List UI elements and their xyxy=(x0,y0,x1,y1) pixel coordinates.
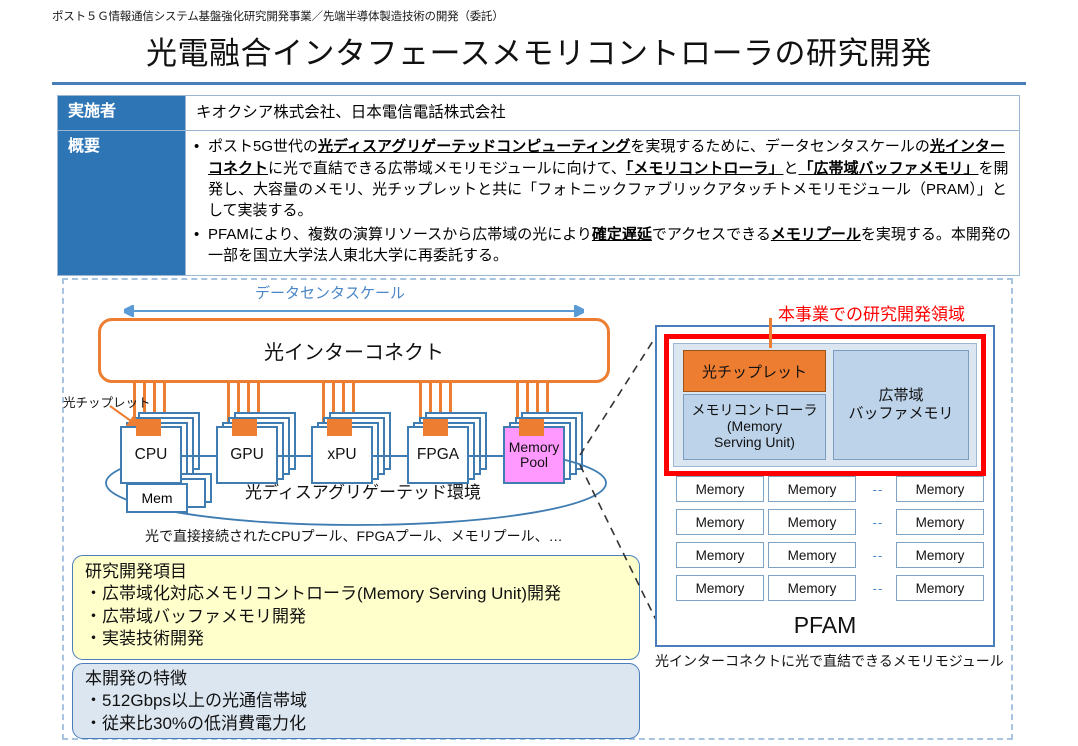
features-line: ・従来比30%の低消費電力化 xyxy=(85,713,307,733)
optical-chiplet-icon xyxy=(519,419,544,436)
pfam-memory-cell: Memory xyxy=(896,509,984,535)
pfam-memory-grid: Memory Memory -- Memory Memory Memory -- Memory… xyxy=(664,476,986,608)
info-table: 実施者 キオクシア株式会社、日本電信電話株式会社 概要 • ポスト5G世代の光ディ… xyxy=(57,95,1020,277)
node-connector xyxy=(373,455,407,457)
pfam-caption: 光インターコネクトに光で直結できるメモリモジュール xyxy=(655,653,1004,669)
row-label-overview: 概要 xyxy=(58,131,186,276)
pfam-memory-cell: Memory xyxy=(896,476,984,502)
optical-interconnect-label: 光インターコネクト xyxy=(264,342,444,364)
row-value-implementer: キオクシア株式会社、日本電信電話株式会社 xyxy=(196,104,506,121)
node-connector xyxy=(469,455,503,457)
features-title: 本開発の特徴 xyxy=(85,669,187,688)
row-value-overview: • ポスト5G世代の光ディスアグリゲーテッドコンピューティングを実現するために、デ… xyxy=(186,131,1019,275)
pfam-memory-gap-mark: -- xyxy=(872,514,884,530)
pfam-memory-gap-mark: -- xyxy=(872,481,884,497)
rd-items-line: ・広帯域バッファメモリ開発 xyxy=(85,606,306,626)
pfam-memory-row: Memory Memory -- Memory xyxy=(664,575,986,601)
mem-box-label: Mem xyxy=(141,490,173,506)
bullet-mark: • xyxy=(194,138,200,156)
pfam-memory-row: Memory Memory -- Memory xyxy=(664,542,986,568)
rd-items-box: 研究開発項目 ・広帯域化対応メモリコントローラ(Memory Serving U… xyxy=(72,555,640,660)
optical-chiplet-icon xyxy=(327,419,352,436)
node-connector xyxy=(277,455,311,457)
page-title: 光電融合インタフェースメモリコントローラの研究開発 xyxy=(146,36,932,71)
pfam-memory-cell: Memory xyxy=(896,575,984,601)
node-label-memory-pool-2: Pool xyxy=(519,454,549,470)
rd-region-label: 本事業での研究開発領域 xyxy=(778,305,965,324)
pfam-memory-gap-mark: -- xyxy=(872,547,884,563)
pfam-memory-controller-line3: Serving Unit) xyxy=(714,433,795,450)
mem-box: Mem xyxy=(126,483,188,513)
title-divider xyxy=(52,82,1026,85)
pfam-buffer-memory-box: 広帯域 バッファメモリ xyxy=(833,350,969,460)
pfam-memory-controller-line1: メモリコントローラ xyxy=(691,402,818,419)
node-label-xpu: xPU xyxy=(327,446,357,463)
rd-region-tick-icon xyxy=(769,318,772,348)
pfam-optical-chiplet-box: 光チップレット xyxy=(683,350,826,392)
pfam-buffer-line1: 広帯域 xyxy=(878,387,924,404)
optical-chiplet-icon xyxy=(136,419,161,436)
pfam-memory-cell: Memory xyxy=(676,575,764,601)
pfam-memory-cell: Memory xyxy=(676,542,764,568)
pfam-memory-cell: Memory xyxy=(768,575,856,601)
node-label-fpga: FPGA xyxy=(416,446,460,463)
features-box: 本開発の特徴 ・512Gbps以上の光通信帯域 ・従来比30%の低消費電力化 xyxy=(72,663,640,739)
pfam-memory-cell: Memory xyxy=(768,542,856,568)
table-row: 概要 • ポスト5G世代の光ディスアグリゲーテッドコンピューティングを実現するため… xyxy=(58,131,1019,276)
pfam-memory-row: Memory Memory -- Memory xyxy=(664,509,986,535)
pfam-memory-cell: Memory xyxy=(768,509,856,535)
summary-bullet: • PFAMにより、複数の演算リソースから広帯域の光により確定遅延でアクセスできる… xyxy=(194,224,1011,267)
rd-items-line: ・広帯域化対応メモリコントローラ(Memory Serving Unit)開発 xyxy=(85,584,562,604)
table-row: 実施者 キオクシア株式会社、日本電信電話株式会社 xyxy=(58,96,1019,132)
optical-interconnect-box: 光インターコネクト xyxy=(98,318,610,383)
row-label-implementer: 実施者 xyxy=(58,96,186,131)
rd-items-line: ・実装技術開発 xyxy=(85,629,204,649)
summary-bullet: • ポスト5G世代の光ディスアグリゲーテッドコンピューティングを実現するために、デ… xyxy=(194,136,1011,221)
node-label-memory-pool-1: Memory xyxy=(508,439,560,456)
features-line: ・512Gbps以上の光通信帯域 xyxy=(85,691,307,711)
rd-items-title: 研究開発項目 xyxy=(85,562,187,581)
node-connector xyxy=(182,455,216,457)
pfam-module-label: PFAM xyxy=(793,612,857,638)
optical-chiplet-icon xyxy=(232,419,257,436)
pfam-optical-chiplet-label: 光チップレット xyxy=(701,363,807,381)
pfam-memory-cell: Memory xyxy=(676,509,764,535)
node-label-gpu: GPU xyxy=(230,446,264,463)
program-name-line: ポスト５Ｇ情報通信システム基盤強化研究開発事業／先端半導体製造技術の開発（委託） xyxy=(52,11,504,23)
pfam-buffer-line2: バッファメモリ xyxy=(848,405,954,422)
pool-caption-label: 光で直接接続されたCPUプール、FPGAプール、メモリプール、… xyxy=(145,528,563,544)
summary-bullet-text: PFAMにより、複数の演算リソースから広帯域の光により確定遅延でアクセスできるメ… xyxy=(208,225,1011,264)
pfam-memory-cell: Memory xyxy=(768,476,856,502)
pfam-memory-gap-mark: -- xyxy=(872,580,884,596)
pfam-memory-row: Memory Memory -- Memory xyxy=(664,476,986,502)
optical-chiplet-icon xyxy=(423,419,448,436)
pfam-memory-controller-box: メモリコントローラ (Memory Serving Unit) xyxy=(683,394,826,460)
datacenter-scale-arrow-icon xyxy=(124,305,584,317)
bullet-mark: • xyxy=(194,225,200,243)
pfam-memory-cell: Memory xyxy=(676,476,764,502)
datacenter-scale-label: データセンタスケール xyxy=(255,285,406,302)
node-label-cpu: CPU xyxy=(134,446,168,463)
summary-bullet-text: ポスト5G世代の光ディスアグリゲーテッドコンピューティングを実現するために、デー… xyxy=(208,138,1009,220)
pfam-memory-controller-line2: (Memory xyxy=(726,418,783,435)
pfam-memory-cell: Memory xyxy=(896,542,984,568)
